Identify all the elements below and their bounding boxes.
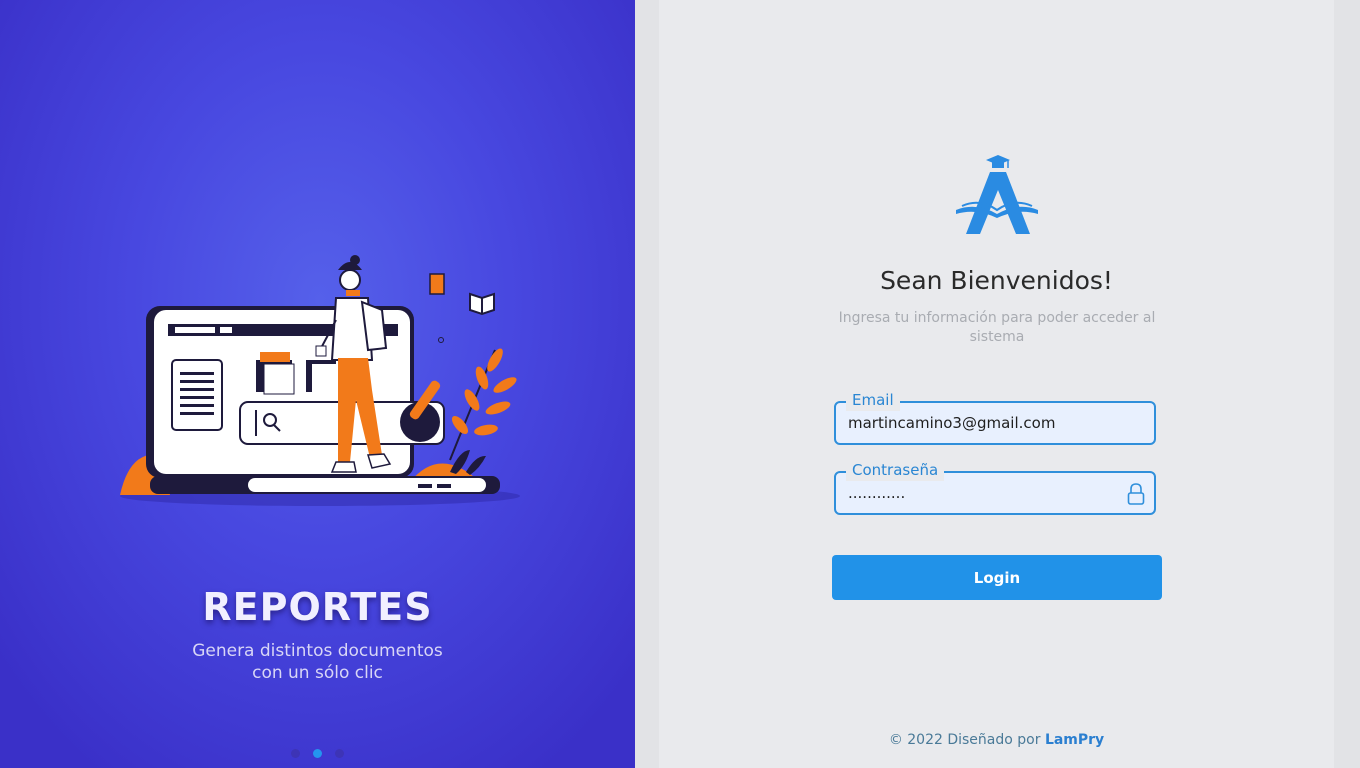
carousel-dots [0,743,635,762]
carousel-dot-3[interactable] [335,749,345,758]
password-input[interactable] [848,473,1118,513]
app-logo [956,155,1038,234]
footer: © 2022 Diseñado por LamPry [659,732,1334,748]
slide-subtitle-line1: Genera distintos documentos [192,641,443,661]
password-field[interactable]: Contraseña [834,459,1156,515]
slide-title: REPORTES [202,585,433,629]
reports-illustration [120,255,520,506]
footer-author-link[interactable]: LamPry [1045,732,1104,748]
slide-subtitle-line2: con un sólo clic [252,663,383,683]
welcome-heading: Sean Bienvenidos! [880,266,1113,295]
carousel-panel: REPORTES Genera distintos documentos con… [0,0,635,768]
email-input[interactable] [848,403,1118,443]
slide-subtitle: Genera distintos documentos con un sólo … [0,640,635,684]
email-field[interactable]: Email [834,389,1156,445]
right-edge [1334,0,1360,768]
carousel-dot-1[interactable] [290,749,300,758]
carousel-dot-2[interactable] [313,749,322,758]
login-subtitle: Ingresa tu información para poder accede… [838,310,1156,345]
lock-icon[interactable] [1126,483,1146,505]
divider [635,0,659,768]
login-panel: Sean Bienvenidos! Ingresa tu información… [659,0,1334,768]
footer-copyright: © 2022 Diseñado por [888,732,1041,748]
login-button[interactable]: Login [832,555,1162,600]
